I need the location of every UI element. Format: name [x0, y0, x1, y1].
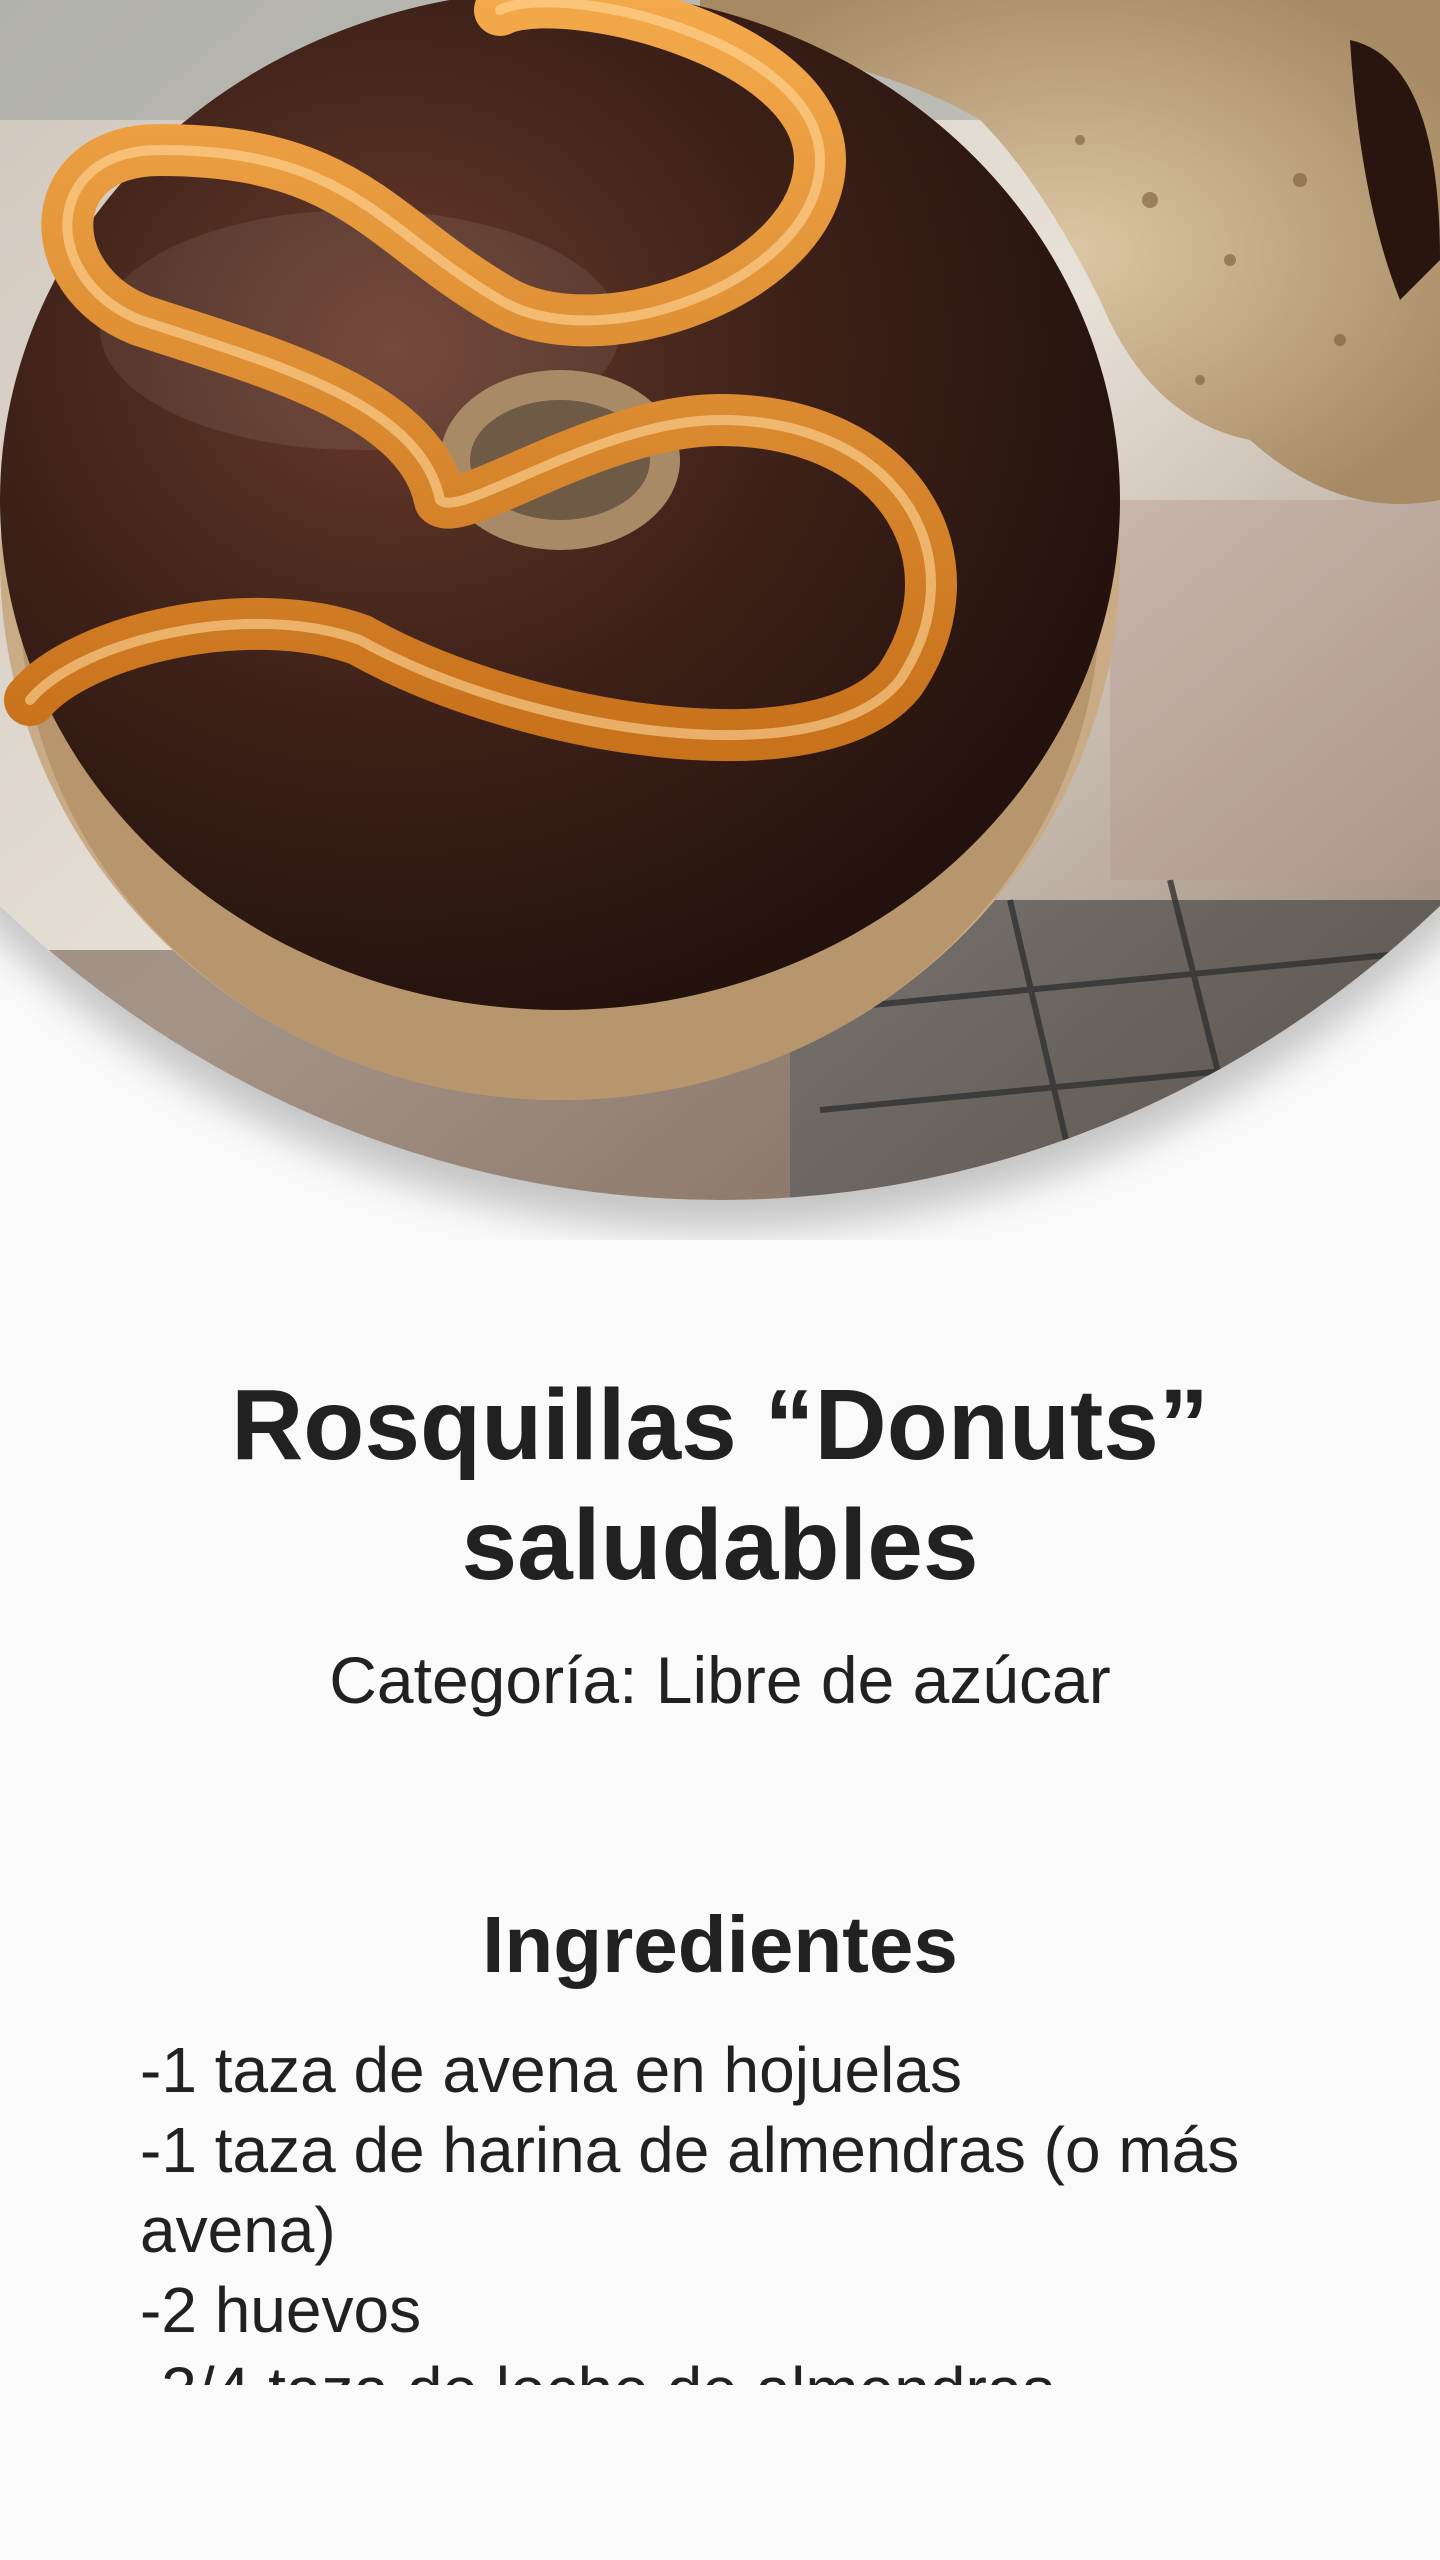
hero-image-container: [0, 0, 1440, 1240]
ingredient-item: -1 taza de avena en hojuelas: [140, 2034, 962, 2106]
recipe-title: Rosquillas “Donuts” saludables: [231, 1369, 1209, 1601]
ingredients-list[interactable]: -1 taza de avena en hojuelas -1 taza de …: [140, 2030, 1280, 2385]
ingredient-item: -3/4 taza de leche de almendras: [140, 2350, 1280, 2385]
recipe-detail-screen: Rosquillas “Donuts” saludables Categoría…: [0, 0, 1440, 2560]
hero-image-mask: [0, 0, 1440, 1200]
ingredient-item: -2 huevos: [140, 2274, 422, 2346]
donut-photo: [0, 0, 1440, 1200]
ingredient-item: -1 taza de harina de almendras (o más av…: [140, 2114, 1240, 2266]
recipe-category: Categoría: Libre de azúcar: [329, 1643, 1111, 1717]
ingredients-heading: Ingredientes: [482, 1900, 958, 1989]
